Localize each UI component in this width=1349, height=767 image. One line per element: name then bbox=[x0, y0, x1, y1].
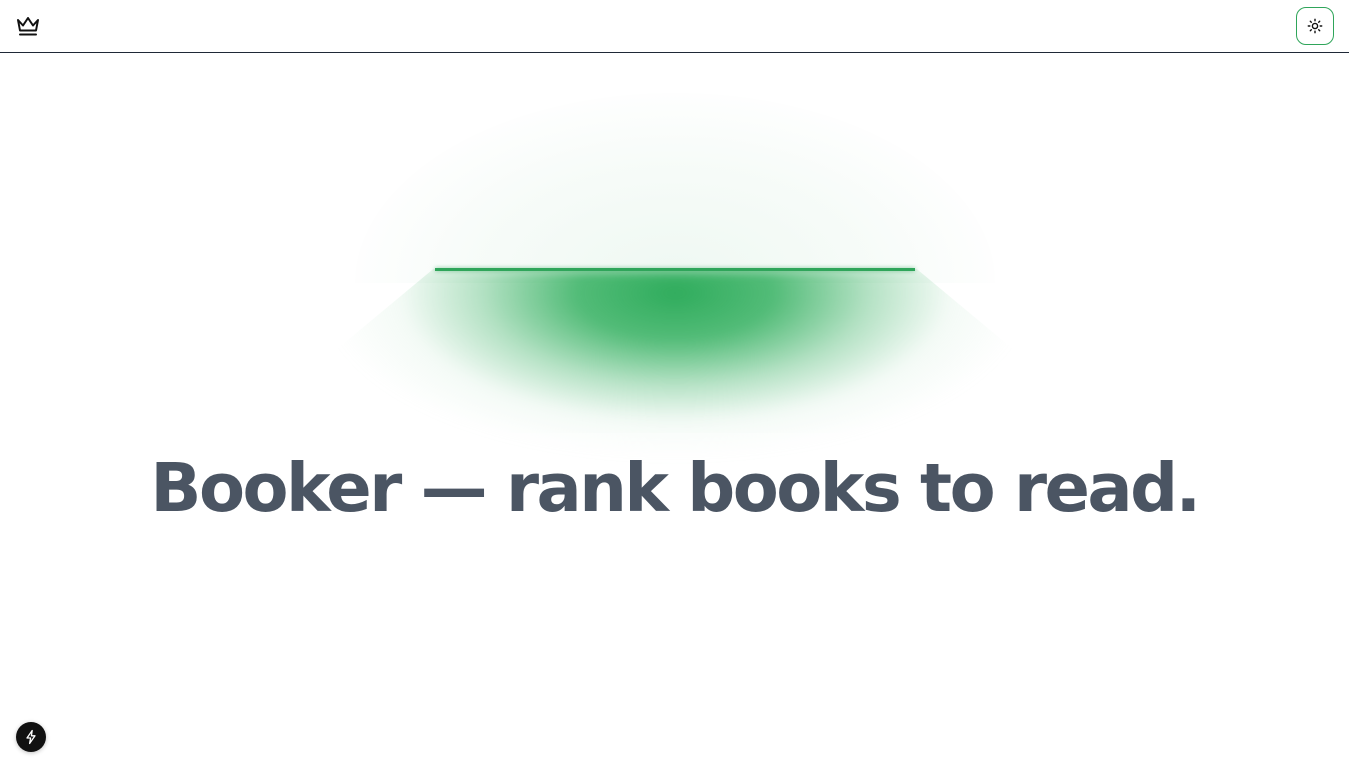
hero-section: Booker — rank books to read. bbox=[0, 53, 1349, 767]
page: Booker — rank books to read. bbox=[0, 0, 1349, 767]
hero-glow-halo bbox=[355, 93, 995, 283]
hero-glow-bar bbox=[435, 268, 915, 271]
sun-icon bbox=[1307, 18, 1323, 34]
crown-icon[interactable] bbox=[15, 13, 41, 39]
lightning-bolt-icon bbox=[26, 729, 36, 745]
top-bar bbox=[0, 0, 1349, 53]
dev-tools-button[interactable] bbox=[16, 722, 46, 752]
hero-headline: Booker — rank books to read. bbox=[150, 449, 1201, 527]
theme-toggle-button[interactable] bbox=[1296, 7, 1334, 45]
